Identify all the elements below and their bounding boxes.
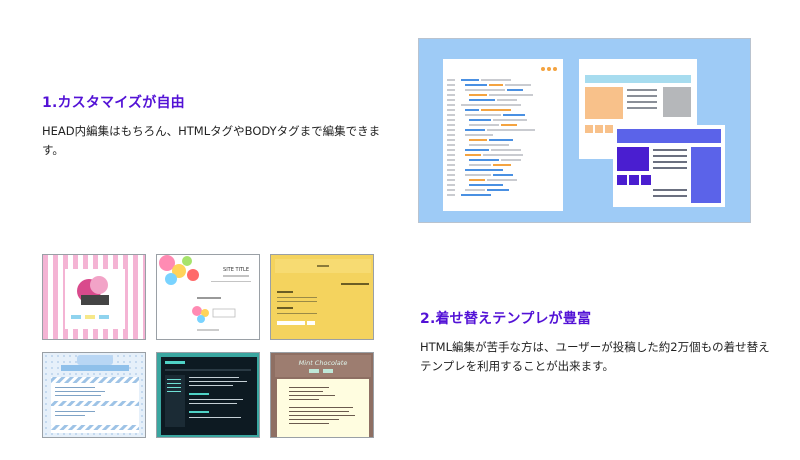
feature-customize-heading: 1.カスタマイズが自由 — [42, 95, 185, 111]
template-thumbnail-site-title[interactable]: SITE TITLE — [156, 254, 260, 340]
feature-templates-description: HTML編集が苦手な方は、ユーザーが投稿した約2万個もの着せ替えテンプレを利用す… — [420, 340, 770, 373]
template-mint-title: Mint Chocolate — [299, 359, 348, 367]
feature-templates-heading: 2.着せ替えテンプレが豊富 — [420, 311, 592, 327]
feature-customize-description: HEAD内編集はもちろん、HTMLタグやBODYタグまで編集できます。 — [42, 124, 381, 157]
template-site-title: SITE TITLE — [223, 267, 249, 273]
template-thumbnail-mint-chocolate[interactable]: Mint Chocolate — [270, 352, 374, 438]
template-thumbnail-yellow[interactable] — [270, 254, 374, 340]
template-thumbnail-blue-dots[interactable] — [42, 352, 146, 438]
template-thumbnail-teal-dark[interactable] — [156, 352, 260, 438]
template-thumbnail-pink-stripes[interactable] — [42, 254, 146, 340]
code-editor-illustration — [418, 38, 751, 223]
